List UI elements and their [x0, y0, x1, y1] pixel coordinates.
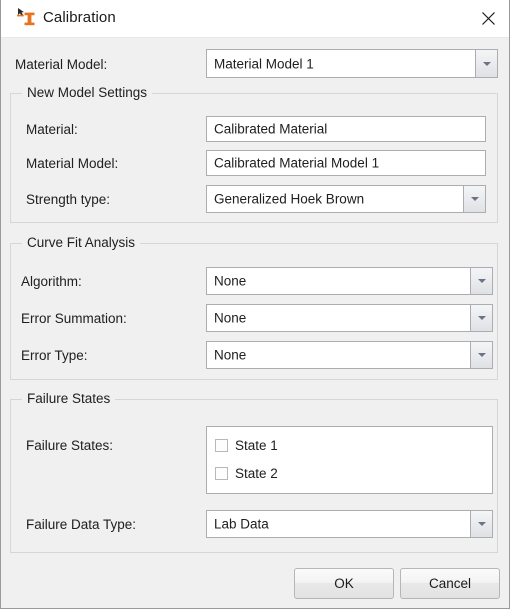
- strength-type-combobox[interactable]: Generalized Hoek Brown: [206, 185, 486, 213]
- error-type-value: None: [214, 347, 247, 363]
- strength-type-label: Strength type:: [26, 192, 111, 207]
- error-summation-label: Error Summation:: [21, 311, 127, 326]
- list-item[interactable]: State 2: [215, 463, 278, 483]
- chevron-down-icon[interactable]: [475, 50, 497, 77]
- title-bar: Calibration: [1, 0, 509, 38]
- failure-states-listbox[interactable]: State 1 State 2: [206, 426, 493, 494]
- material-input-value: Calibrated Material: [214, 121, 328, 137]
- curve-fit-analysis-caption: Curve Fit Analysis: [22, 235, 141, 250]
- failure-states-list-label: Failure States:: [26, 438, 114, 453]
- chevron-down-icon[interactable]: [470, 268, 492, 294]
- chevron-down-icon[interactable]: [470, 305, 492, 331]
- ok-button[interactable]: OK: [294, 568, 394, 599]
- error-summation-value: None: [214, 310, 247, 326]
- window-title: Calibration: [43, 9, 116, 26]
- algorithm-value: None: [214, 273, 247, 289]
- failure-data-type-label: Failure Data Type:: [26, 517, 137, 532]
- new-material-model-input-value: Calibrated Material Model 1: [214, 155, 380, 171]
- algorithm-combobox[interactable]: None: [206, 267, 493, 295]
- chevron-down-icon[interactable]: [463, 186, 485, 212]
- checkbox-icon[interactable]: [215, 466, 228, 480]
- material-label: Material:: [26, 122, 78, 137]
- calibration-specimen-icon: [15, 7, 37, 29]
- ok-button-label: OK: [334, 576, 354, 591]
- material-input[interactable]: Calibrated Material: [206, 116, 486, 142]
- cancel-button-label: Cancel: [428, 576, 472, 591]
- new-model-settings-caption: New Model Settings: [22, 85, 153, 100]
- material-model-value: Material Model 1: [214, 56, 314, 71]
- list-item-label: State 2: [235, 465, 278, 481]
- chevron-down-icon[interactable]: [470, 342, 492, 368]
- new-material-model-label: Material Model:: [26, 156, 119, 171]
- failure-states-caption: Failure States: [22, 391, 116, 406]
- new-material-model-input[interactable]: Calibrated Material Model 1: [206, 150, 486, 176]
- material-model-label: Material Model:: [15, 57, 108, 72]
- strength-type-value: Generalized Hoek Brown: [214, 191, 365, 207]
- checkbox-icon[interactable]: [215, 438, 228, 452]
- error-type-combobox[interactable]: None: [206, 341, 493, 369]
- cancel-button[interactable]: Cancel: [400, 568, 500, 599]
- list-item-label: State 1: [235, 437, 278, 453]
- error-type-label: Error Type:: [21, 348, 88, 363]
- failure-data-type-combobox[interactable]: Lab Data: [206, 510, 493, 538]
- error-summation-combobox[interactable]: None: [206, 304, 493, 332]
- chevron-down-icon[interactable]: [470, 511, 492, 537]
- list-item[interactable]: State 1: [215, 435, 278, 455]
- calibration-dialog: Calibration Material Model: Material Mod…: [0, 0, 510, 609]
- close-icon[interactable]: [465, 0, 509, 37]
- algorithm-label: Algorithm:: [21, 274, 82, 289]
- material-model-combobox[interactable]: Material Model 1: [206, 49, 498, 78]
- failure-data-type-value: Lab Data: [214, 516, 269, 532]
